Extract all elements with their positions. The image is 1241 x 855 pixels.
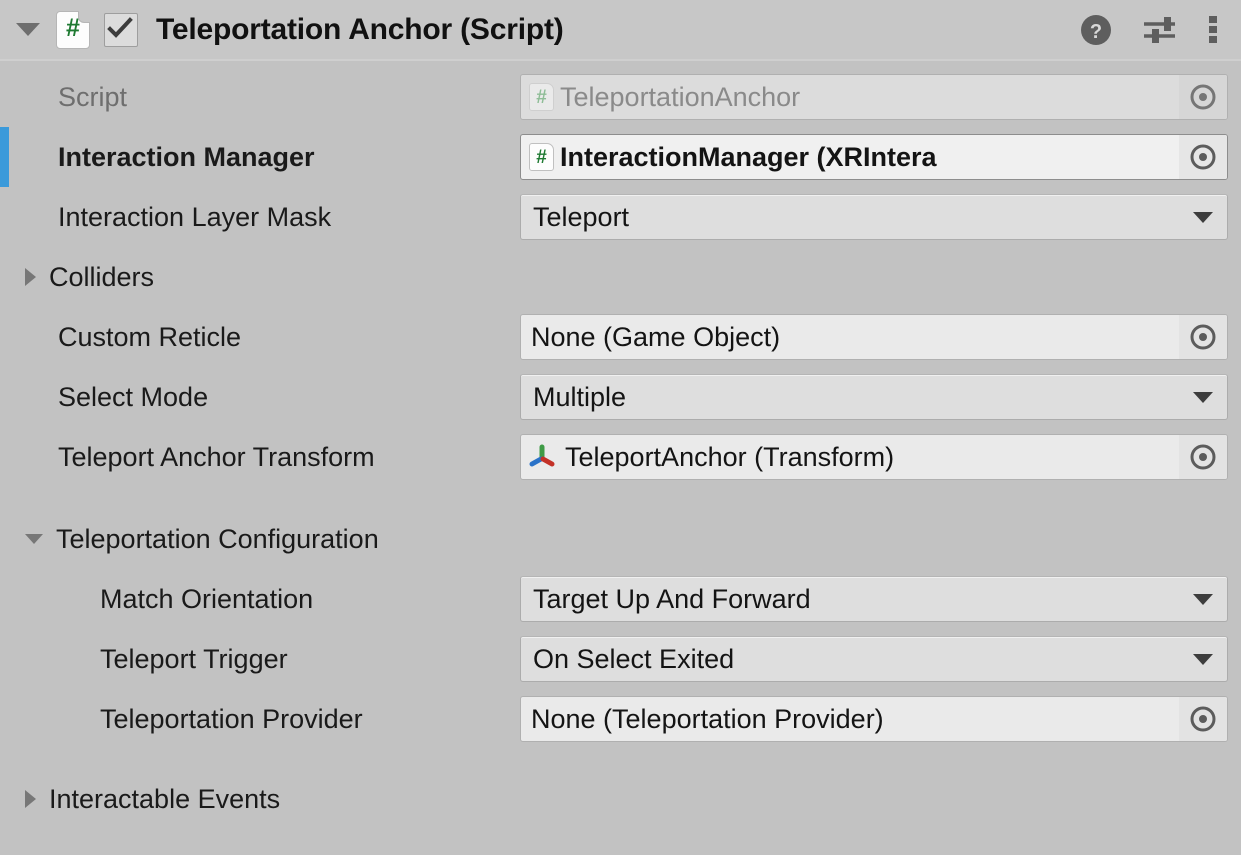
object-picker-icon[interactable] [1179,315,1227,359]
teleportation-provider-value: None (Teleportation Provider) [531,703,884,734]
property-row-script: Script # TeleportationAnchor [0,67,1241,127]
script-icon-glyph: # [66,14,80,42]
property-label-interaction-layer-mask: Interaction Layer Mask [58,201,332,232]
chevron-down-icon [1193,593,1213,605]
csharp-script-icon: # [529,143,554,171]
property-label-interaction-manager: Interaction Manager [58,141,315,172]
property-label-script: Script [58,81,128,112]
component-inspector-panel: # Teleportation Anchor (Script) ? Script… [0,0,1241,855]
teleport-anchor-transform-object-field[interactable]: TeleportAnchor (Transform) [520,434,1228,480]
property-label-teleportation-provider: Teleportation Provider [100,703,363,734]
component-enabled-checkbox[interactable] [104,12,138,47]
chevron-down-icon [1193,211,1213,223]
teleport-trigger-dropdown[interactable]: On Select Exited [520,636,1228,682]
interaction-manager-value: InteractionManager (XRIntera [560,141,937,172]
property-row-interaction-manager: Interaction Manager # InteractionManager… [0,127,1241,187]
property-label-teleport-trigger: Teleport Trigger [100,643,288,674]
match-orientation-value: Target Up And Forward [533,583,811,614]
property-row-custom-reticle: Custom Reticle None (Game Object) [0,307,1241,367]
preset-icon[interactable] [1141,13,1179,47]
property-row-select-mode: Select Mode Multiple [0,367,1241,427]
prefab-override-indicator [0,127,9,187]
property-row-interaction-layer-mask: Interaction Layer Mask Teleport [0,187,1241,247]
select-mode-value: Multiple [533,381,627,412]
header-actions: ? [1079,13,1227,47]
property-label-custom-reticle: Custom Reticle [58,321,242,352]
foldout-colliders[interactable]: Colliders [0,247,1241,307]
property-label-teleport-anchor-transform: Teleport Anchor Transform [58,441,375,472]
component-header[interactable]: # Teleportation Anchor (Script) ? [0,0,1241,61]
chevron-down-icon [1193,391,1213,403]
object-picker-icon[interactable] [1179,135,1227,179]
interaction-layer-mask-value: Teleport [533,201,630,232]
interaction-manager-object-field[interactable]: # InteractionManager (XRIntera [520,134,1228,180]
component-title: Teleportation Anchor (Script) [156,12,564,46]
more-menu-icon[interactable] [1207,13,1219,47]
script-value: TeleportationAnchor [560,81,801,112]
object-picker-icon[interactable] [1179,75,1227,119]
triangle-right-icon[interactable] [25,268,36,286]
properties-list: Script # TeleportationAnchor Interaction… [0,61,1241,829]
custom-reticle-object-field[interactable]: None (Game Object) [520,314,1228,360]
interaction-layer-mask-dropdown[interactable]: Teleport [520,194,1228,240]
object-picker-icon[interactable] [1179,435,1227,479]
select-mode-dropdown[interactable]: Multiple [520,374,1228,420]
teleport-anchor-transform-value: TeleportAnchor (Transform) [565,441,895,472]
property-row-teleport-trigger: Teleport Trigger On Select Exited [0,629,1241,689]
property-row-teleport-anchor-transform: Teleport Anchor Transform TeleportAnchor… [0,427,1241,487]
custom-reticle-value: None (Game Object) [531,321,781,352]
match-orientation-dropdown[interactable]: Target Up And Forward [520,576,1228,622]
foldout-label-colliders: Colliders [49,261,155,292]
help-icon[interactable]: ? [1079,13,1113,47]
foldout-teleportation-configuration[interactable]: Teleportation Configuration [0,509,1241,569]
property-label-match-orientation: Match Orientation [100,583,314,614]
triangle-right-icon[interactable] [25,790,36,808]
teleportation-provider-object-field[interactable]: None (Teleportation Provider) [520,696,1228,742]
teleport-trigger-value: On Select Exited [533,643,735,674]
checkmark-icon [107,16,133,38]
csharp-script-icon: # [56,10,90,49]
component-foldout-triangle-down-icon[interactable] [16,23,40,36]
property-row-match-orientation: Match Orientation Target Up And Forward [0,569,1241,629]
foldout-label-interactable-events: Interactable Events [49,783,281,814]
property-label-select-mode: Select Mode [58,381,209,412]
triangle-down-icon[interactable] [25,534,43,544]
svg-text:?: ? [1090,21,1102,43]
foldout-label-teleportation-configuration: Teleportation Configuration [56,523,379,554]
csharp-script-icon: # [529,83,554,111]
property-row-teleportation-provider: Teleportation Provider None (Teleportati… [0,689,1241,749]
object-picker-icon[interactable] [1179,697,1227,741]
chevron-down-icon [1193,653,1213,665]
transform-gizmo-icon [527,442,557,472]
script-object-field: # TeleportationAnchor [520,74,1228,120]
foldout-interactable-events[interactable]: Interactable Events [0,769,1241,829]
